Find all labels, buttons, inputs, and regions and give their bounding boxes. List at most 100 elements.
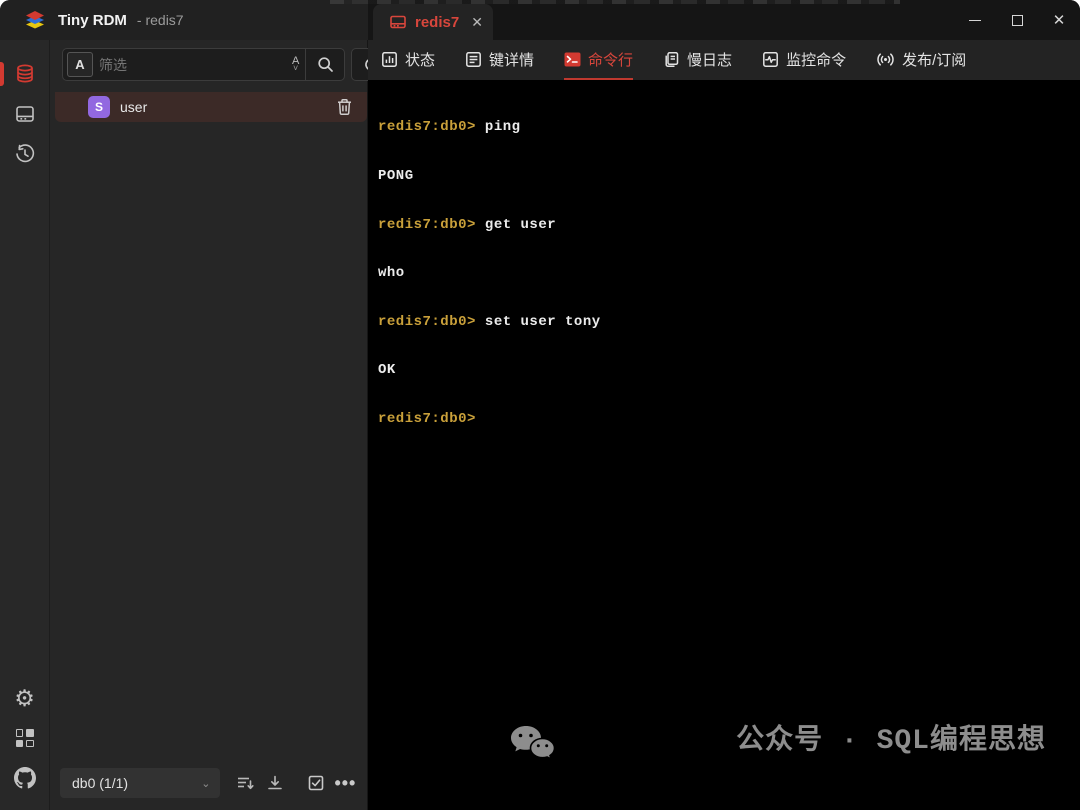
minimize-icon [969,20,981,21]
output: who [378,265,405,281]
delete-key-button[interactable] [336,98,353,116]
command: ping [485,119,521,135]
nav-sidebar: ⚙ [0,40,50,810]
maximize-button[interactable] [996,0,1038,40]
app-title: Tiny RDM [58,12,127,29]
sidebar-item-history[interactable] [5,134,45,174]
titlebar-app-section: Tiny RDM - redis7 [0,0,368,40]
prompt: redis7:db0> [378,119,476,135]
clipped-top-decoration [330,0,900,4]
browser-toolbar: A A˅ [50,40,367,89]
redis-cli-terminal[interactable]: redis7:db0> ping PONG redis7:db0> get user… [368,80,1080,810]
tab-label: redis7 [415,14,459,31]
minimize-button[interactable] [954,0,996,40]
load-list-icon [236,774,255,792]
db-select-value: db0 (1/1) [72,775,128,791]
sidebar-item-settings[interactable]: ⚙ [5,678,45,718]
terminal-icon [564,51,581,68]
ellipsis-icon: ••• [334,773,356,794]
app-window: Tiny RDM - redis7 redis7 ✕ [0,0,1080,810]
tab-pubsub[interactable]: 发布/订阅 [876,40,966,80]
filter-group: A A˅ [62,48,345,81]
server-icon [389,14,407,30]
slow-log-icon [663,51,680,68]
prompt: redis7:db0> [378,217,476,233]
history-icon [14,143,36,165]
command: get user [485,217,556,233]
active-indicator [0,62,4,86]
terminal-line: OK [378,362,1080,378]
server-monitor-icon [14,103,36,125]
search-button[interactable] [306,48,344,81]
more-actions-button[interactable]: ••• [332,768,359,798]
close-icon: ✕ [1053,13,1066,28]
sidebar-item-databases[interactable] [5,54,45,94]
tab-label: 状态 [405,49,435,70]
terminal-line: redis7:db0> [378,411,1080,427]
tab-label: 监控命令 [786,49,846,70]
tab-label: 键详情 [489,49,534,70]
watermark-text: 公众号 · SQL编程思想 [736,734,1046,750]
key-detail-icon [465,51,482,68]
terminal-line: who [378,265,1080,281]
connection-tab-redis7[interactable]: redis7 ✕ [373,4,493,40]
db-select[interactable]: db0 (1/1) ⌄ [60,768,220,798]
terminal-line: redis7:db0> ping [378,119,1080,135]
sidebar-item-github[interactable] [5,758,45,798]
filter-mode-button[interactable]: A [67,52,93,77]
tab-label: 命令行 [588,49,633,70]
maximize-icon [1012,15,1023,26]
titlebar: Tiny RDM - redis7 redis7 ✕ [0,0,1080,40]
pubsub-icon [876,51,895,68]
tab-close-icon[interactable]: ✕ [471,14,483,31]
key-row-user[interactable]: S user [55,92,367,122]
load-more-button[interactable] [232,768,259,798]
content-tabs: 状态 键详情 命令 [368,40,1080,80]
terminal-line: redis7:db0> get user [378,217,1080,233]
output: OK [378,362,396,378]
prompt: redis7:db0> [378,314,476,330]
tab-monitor[interactable]: 监控命令 [762,40,846,80]
watermark: 公众号 · SQL编程思想 [509,691,1046,794]
app-logo-icon [22,8,48,32]
database-icon [14,63,36,85]
filter-input[interactable] [93,57,286,73]
download-icon [266,774,284,792]
tab-label: 发布/订阅 [902,49,966,70]
github-icon [14,767,36,789]
monitor-icon [762,51,779,68]
tab-key-detail[interactable]: 键详情 [465,40,534,80]
sidebar-item-apps[interactable] [5,718,45,758]
tab-command-line[interactable]: 命令行 [564,40,633,80]
checkbox-icon [307,774,325,792]
prompt: redis7:db0> [378,411,476,427]
import-button[interactable] [262,768,289,798]
tab-status[interactable]: 状态 [381,40,435,80]
wechat-icon [509,691,723,794]
sidebar-item-server[interactable] [5,94,45,134]
trash-icon [336,98,353,116]
terminal-line: PONG [378,168,1080,184]
chevron-down-icon: ⌄ [201,777,210,790]
key-browser-panel: A A˅ [50,40,368,810]
window-controls: ✕ [954,0,1080,40]
terminal-line: redis7:db0> set user tony [378,314,1080,330]
tab-slow-log[interactable]: 慢日志 [663,40,732,80]
apps-grid-icon [16,729,34,747]
key-name: user [120,99,326,115]
sort-icon[interactable]: A˅ [286,57,305,73]
output: PONG [378,168,414,184]
tab-strip: redis7 ✕ ✕ [368,0,1080,40]
search-icon [317,56,334,73]
app-subtitle: - redis7 [137,12,184,28]
type-badge-string: S [88,96,110,118]
checkbox-mode-button[interactable] [303,768,330,798]
command: set user tony [485,314,601,330]
main-content: 状态 键详情 命令 [368,40,1080,810]
status-icon [381,51,398,68]
settings-gear-icon: ⚙ [14,687,35,710]
close-button[interactable]: ✕ [1038,0,1080,40]
browser-statusbar: db0 (1/1) ⌄ [50,764,367,810]
key-list: S user [50,89,367,764]
tab-label: 慢日志 [687,49,732,70]
